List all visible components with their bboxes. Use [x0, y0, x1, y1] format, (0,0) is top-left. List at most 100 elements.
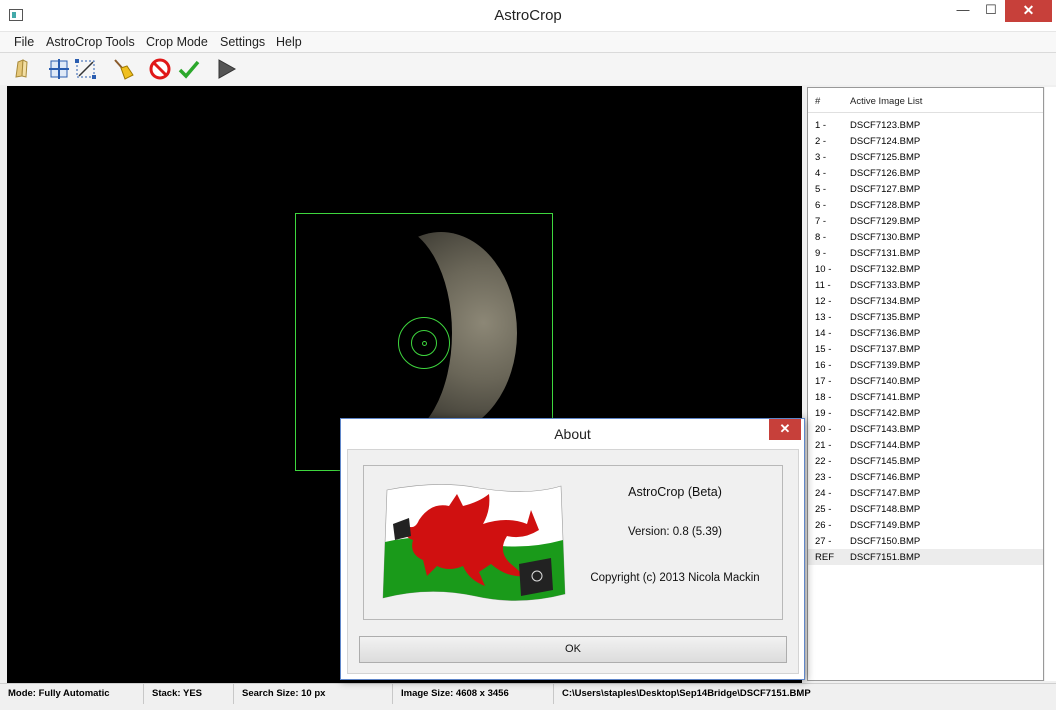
list-item[interactable]: 9 - DSCF7131.BMP [808, 245, 1043, 261]
menu-bar: File AstroCrop Tools Crop Mode Settings … [0, 32, 1056, 53]
list-item-number: 25 - [815, 504, 832, 515]
status-image-size: Image Size: 4608 x 3456 [393, 684, 554, 704]
list-item-filename: DSCF7150.BMP [850, 536, 921, 547]
open-folder-icon[interactable] [10, 57, 34, 81]
align-grid-icon[interactable] [47, 57, 71, 81]
list-item-number: 4 - [815, 168, 827, 179]
list-item[interactable]: 11 - DSCF7133.BMP [808, 277, 1043, 293]
menu-crop-mode[interactable]: Crop Mode [146, 35, 208, 49]
minimize-button[interactable]: — [950, 0, 976, 22]
list-item[interactable]: 27 - DSCF7150.BMP [808, 533, 1043, 549]
list-header: # Active Image List [808, 88, 1043, 113]
list-item[interactable]: 10 - DSCF7132.BMP [808, 261, 1043, 277]
header-active-image-list[interactable]: Active Image List [850, 96, 922, 107]
status-file-path: C:\Users\staples\Desktop\Sep14Bridge\DSC… [562, 688, 811, 699]
list-item[interactable]: 22 - DSCF7145.BMP [808, 453, 1043, 469]
list-item-filename: DSCF7149.BMP [850, 520, 921, 531]
ok-button[interactable]: OK [359, 636, 787, 663]
list-item[interactable]: 7 - DSCF7129.BMP [808, 213, 1043, 229]
list-item-number: 22 - [815, 456, 832, 467]
welsh-flag-logo [382, 484, 566, 601]
list-item[interactable]: 18 - DSCF7141.BMP [808, 389, 1043, 405]
list-item[interactable]: REF DSCF7151.BMP [808, 549, 1043, 565]
target-center-dot [422, 341, 427, 346]
list-item-number: 7 - [815, 216, 827, 227]
list-item-number: 23 - [815, 472, 832, 483]
dialog-close-button[interactable]: ✕ [769, 419, 801, 440]
close-button[interactable]: ✕ [1005, 0, 1052, 22]
list-item[interactable]: 16 - DSCF7139.BMP [808, 357, 1043, 373]
list-item-filename: DSCF7151.BMP [850, 552, 921, 563]
list-item-number: 5 - [815, 184, 827, 195]
list-item[interactable]: 6 - DSCF7128.BMP [808, 197, 1043, 213]
list-item[interactable]: 21 - DSCF7144.BMP [808, 437, 1043, 453]
about-app-name: AstroCrop (Beta) [628, 485, 722, 499]
list-item[interactable]: 4 - DSCF7126.BMP [808, 165, 1043, 181]
list-item[interactable]: 19 - DSCF7142.BMP [808, 405, 1043, 421]
check-icon[interactable] [177, 57, 201, 81]
list-item-number: 21 - [815, 440, 832, 451]
menu-astrocrop-tools[interactable]: AstroCrop Tools [46, 35, 135, 49]
list-item-number: 12 - [815, 296, 832, 307]
list-item[interactable]: 20 - DSCF7143.BMP [808, 421, 1043, 437]
list-item-filename: DSCF7143.BMP [850, 424, 921, 435]
active-image-list[interactable]: # Active Image List 1 - DSCF7123.BMP 2 - DS… [807, 87, 1044, 681]
list-item-number: 2 - [815, 136, 827, 147]
list-item-filename: DSCF7142.BMP [850, 408, 921, 419]
menu-file[interactable]: File [14, 35, 34, 49]
list-item-filename: DSCF7136.BMP [850, 328, 921, 339]
list-item-number: 24 - [815, 488, 832, 499]
list-item[interactable]: 5 - DSCF7127.BMP [808, 181, 1043, 197]
dialog-body: AstroCrop (Beta) Version: 0.8 (5.39) Cop… [347, 449, 799, 674]
status-stack: Stack: YES [144, 684, 234, 704]
list-item[interactable]: 8 - DSCF7130.BMP [808, 229, 1043, 245]
list-item[interactable]: 14 - DSCF7136.BMP [808, 325, 1043, 341]
list-item-filename: DSCF7145.BMP [850, 456, 921, 467]
list-item-number: 10 - [815, 264, 832, 275]
list-item-filename: DSCF7148.BMP [850, 504, 921, 515]
list-item[interactable]: 3 - DSCF7125.BMP [808, 149, 1043, 165]
about-panel: AstroCrop (Beta) Version: 0.8 (5.39) Cop… [363, 465, 783, 620]
broom-icon[interactable] [111, 57, 135, 81]
list-item-filename: DSCF7124.BMP [850, 136, 921, 147]
menu-settings[interactable]: Settings [220, 35, 265, 49]
list-item[interactable]: 12 - DSCF7134.BMP [808, 293, 1043, 309]
crop-select-icon[interactable] [74, 57, 98, 81]
list-item[interactable]: 17 - DSCF7140.BMP [808, 373, 1043, 389]
list-item[interactable]: 15 - DSCF7137.BMP [808, 341, 1043, 357]
list-item-number: 3 - [815, 152, 827, 163]
list-item-filename: DSCF7129.BMP [850, 216, 921, 227]
list-item-filename: DSCF7141.BMP [850, 392, 921, 403]
list-item-number: 1 - [815, 120, 827, 131]
play-icon[interactable] [214, 57, 238, 81]
list-item-filename: DSCF7126.BMP [850, 168, 921, 179]
list-item[interactable]: 24 - DSCF7147.BMP [808, 485, 1043, 501]
title-bar: AstroCrop — ☐ ✕ [0, 0, 1056, 32]
list-item[interactable]: 23 - DSCF7146.BMP [808, 469, 1043, 485]
list-item[interactable]: 25 - DSCF7148.BMP [808, 501, 1043, 517]
dialog-title: About [554, 426, 591, 442]
menu-help[interactable]: Help [276, 35, 302, 49]
header-number: # [815, 96, 821, 107]
list-item-filename: DSCF7127.BMP [850, 184, 921, 195]
list-item-number: 6 - [815, 200, 827, 211]
list-item-filename: DSCF7147.BMP [850, 488, 921, 499]
maximize-button[interactable]: ☐ [978, 0, 1004, 22]
list-item-filename: DSCF7133.BMP [850, 280, 921, 291]
cancel-icon[interactable] [148, 57, 172, 81]
list-item-filename: DSCF7130.BMP [850, 232, 921, 243]
list-item-number: REF [815, 552, 834, 563]
list-item-filename: DSCF7131.BMP [850, 248, 921, 259]
about-copyright: Copyright (c) 2013 Nicola Mackin [590, 572, 760, 584]
status-search-size: Search Size: 10 px [234, 684, 393, 704]
list-item[interactable]: 13 - DSCF7135.BMP [808, 309, 1043, 325]
list-item[interactable]: 1 - DSCF7123.BMP [808, 117, 1043, 133]
list-item-number: 8 - [815, 232, 827, 243]
list-item[interactable]: 26 - DSCF7149.BMP [808, 517, 1043, 533]
list-item[interactable]: 2 - DSCF7124.BMP [808, 133, 1043, 149]
right-strip [1045, 87, 1056, 681]
list-item-filename: DSCF7144.BMP [850, 440, 921, 451]
list-item-number: 16 - [815, 360, 832, 371]
list-item-number: 14 - [815, 328, 832, 339]
list-item-filename: DSCF7135.BMP [850, 312, 921, 323]
